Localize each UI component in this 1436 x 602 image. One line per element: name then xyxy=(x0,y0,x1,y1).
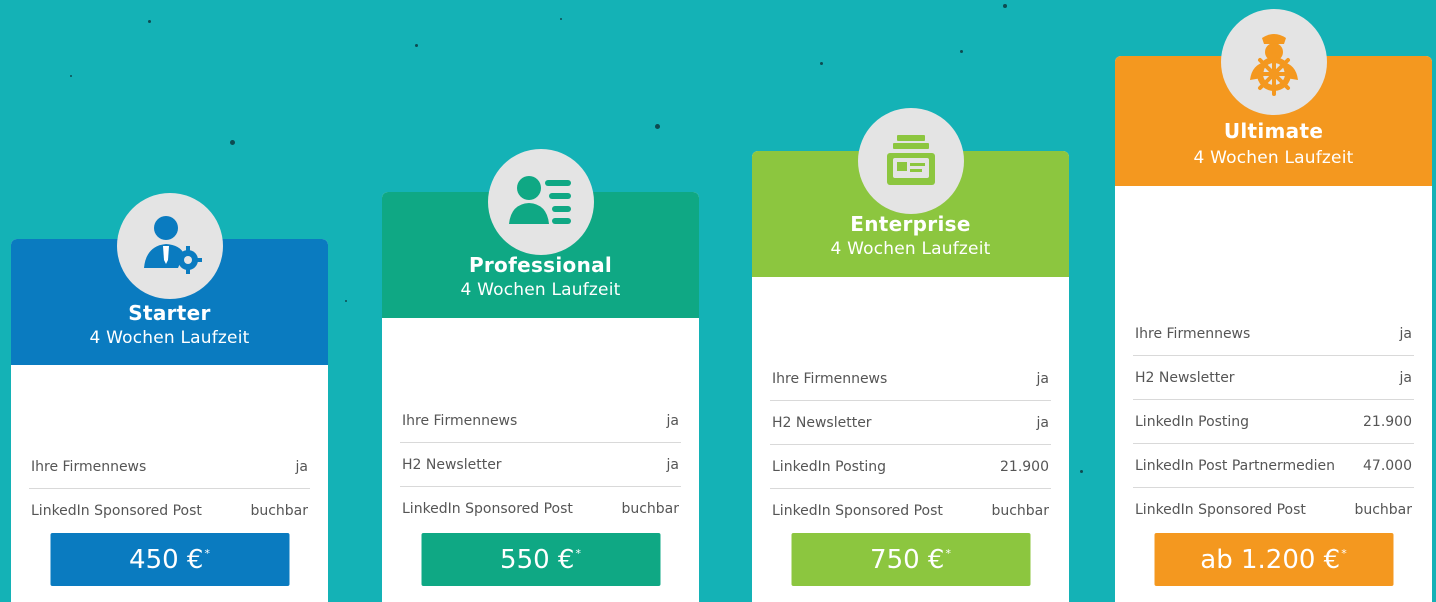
feature-row: H2 Newsletter ja xyxy=(770,401,1051,445)
plan-card-ultimate: Ultimate 4 Wochen Laufzeit Ihre Firmenne… xyxy=(1115,9,1432,602)
plan-header-professional: Professional 4 Wochen Laufzeit xyxy=(382,149,699,318)
feature-label: LinkedIn Sponsored Post xyxy=(402,501,573,517)
price-label: 450 € xyxy=(129,544,204,575)
feature-value: ja xyxy=(1399,325,1412,342)
feature-value: ja xyxy=(666,456,679,473)
plan-name: Starter xyxy=(128,301,211,325)
feature-list: Ihre Firmennews ja H2 Newsletter ja Link… xyxy=(770,357,1051,533)
price-button-starter[interactable]: 450 € * xyxy=(50,533,289,586)
feature-value: 21.900 xyxy=(1000,458,1049,475)
plan-duration: 4 Wochen Laufzeit xyxy=(830,239,991,259)
price-footnote-mark: * xyxy=(204,547,210,560)
plan-card-starter: Starter 4 Wochen Laufzeit Ihre Firmennew… xyxy=(11,193,328,602)
price-label: 750 € xyxy=(870,544,945,575)
feature-list: Ihre Firmennews ja H2 Newsletter ja Link… xyxy=(1133,312,1414,532)
price-label: ab 1.200 € xyxy=(1200,544,1341,575)
feature-list: Ihre Firmennews ja H2 Newsletter ja Link… xyxy=(400,399,681,531)
feature-label: H2 Newsletter xyxy=(1135,369,1235,386)
plan-duration: 4 Wochen Laufzeit xyxy=(89,328,250,348)
feature-label: LinkedIn Sponsored Post xyxy=(31,503,202,519)
feature-row: LinkedIn Sponsored Post buchbar xyxy=(400,487,681,531)
captain-wheel-icon xyxy=(1220,9,1327,115)
plan-duration: 4 Wochen Laufzeit xyxy=(460,280,621,300)
feature-row: LinkedIn Sponsored Post buchbar xyxy=(770,489,1051,533)
plan-name: Professional xyxy=(468,253,613,277)
feature-label: Ihre Firmennews xyxy=(402,412,518,429)
feature-label: LinkedIn Posting xyxy=(772,458,887,475)
feature-list: Ihre Firmennews ja LinkedIn Sponsored Po… xyxy=(29,445,310,533)
feature-row: H2 Newsletter ja xyxy=(400,443,681,487)
plan-card-professional: Professional 4 Wochen Laufzeit Ihre Firm… xyxy=(382,149,699,602)
price-label: 550 € xyxy=(500,544,575,575)
feature-row: Ihre Firmennews ja xyxy=(29,445,310,489)
plan-header-enterprise: Enterprise 4 Wochen Laufzeit xyxy=(752,108,1069,277)
feature-row: LinkedIn Posting 21.900 xyxy=(770,445,1051,489)
price-footnote-mark: * xyxy=(1341,547,1347,560)
plan-header-ultimate: Ultimate 4 Wochen Laufzeit xyxy=(1115,9,1432,186)
feature-label: LinkedIn Sponsored Post xyxy=(772,503,943,519)
price-button-enterprise[interactable]: 750 € * xyxy=(791,533,1030,586)
plan-duration: 4 Wochen Laufzeit xyxy=(1193,148,1354,168)
price-footnote-mark: * xyxy=(945,547,951,560)
feature-value: 47.000 xyxy=(1363,457,1412,474)
feature-value: buchbar xyxy=(250,503,308,519)
feature-value: 21.900 xyxy=(1363,413,1412,430)
feature-row: Ihre Firmennews ja xyxy=(400,399,681,443)
price-button-ultimate[interactable]: ab 1.200 € * xyxy=(1154,533,1393,586)
feature-row: Ihre Firmennews ja xyxy=(770,357,1051,401)
feature-label: Ihre Firmennews xyxy=(772,370,888,387)
feature-label: Ihre Firmennews xyxy=(31,458,147,475)
plan-name: Enterprise xyxy=(850,212,971,236)
feature-label: Ihre Firmennews xyxy=(1135,325,1251,342)
price-footnote-mark: * xyxy=(575,547,581,560)
feature-label: LinkedIn Sponsored Post xyxy=(1135,502,1306,518)
feature-value: buchbar xyxy=(991,503,1049,519)
feature-label: H2 Newsletter xyxy=(402,456,502,473)
feature-row: LinkedIn Sponsored Post buchbar xyxy=(1133,488,1414,532)
feature-value: buchbar xyxy=(621,501,679,517)
feature-value: ja xyxy=(1036,370,1049,387)
feature-value: ja xyxy=(1399,369,1412,386)
feature-value: ja xyxy=(1036,414,1049,431)
feature-row: Ihre Firmennews ja xyxy=(1133,312,1414,356)
feature-value: buchbar xyxy=(1354,502,1412,518)
feature-label: LinkedIn Posting xyxy=(1135,413,1250,430)
feature-label: LinkedIn Post Partnermedien xyxy=(1135,457,1336,474)
newsletter-stack-icon xyxy=(857,108,964,214)
price-button-professional[interactable]: 550 € * xyxy=(421,533,660,586)
feature-value: ja xyxy=(295,458,308,475)
feature-row: LinkedIn Posting 21.900 xyxy=(1133,400,1414,444)
feature-row: LinkedIn Post Partnermedien 47.000 xyxy=(1133,444,1414,488)
user-list-icon xyxy=(487,149,594,255)
plan-header-starter: Starter 4 Wochen Laufzeit xyxy=(11,193,328,365)
feature-row: H2 Newsletter ja xyxy=(1133,356,1414,400)
plan-name: Ultimate xyxy=(1223,119,1324,143)
user-gear-icon xyxy=(116,193,223,299)
feature-row: LinkedIn Sponsored Post buchbar xyxy=(29,489,310,533)
feature-label: H2 Newsletter xyxy=(772,414,872,431)
plan-card-enterprise: Enterprise 4 Wochen Laufzeit Ihre Firmen… xyxy=(752,108,1069,602)
feature-value: ja xyxy=(666,412,679,429)
